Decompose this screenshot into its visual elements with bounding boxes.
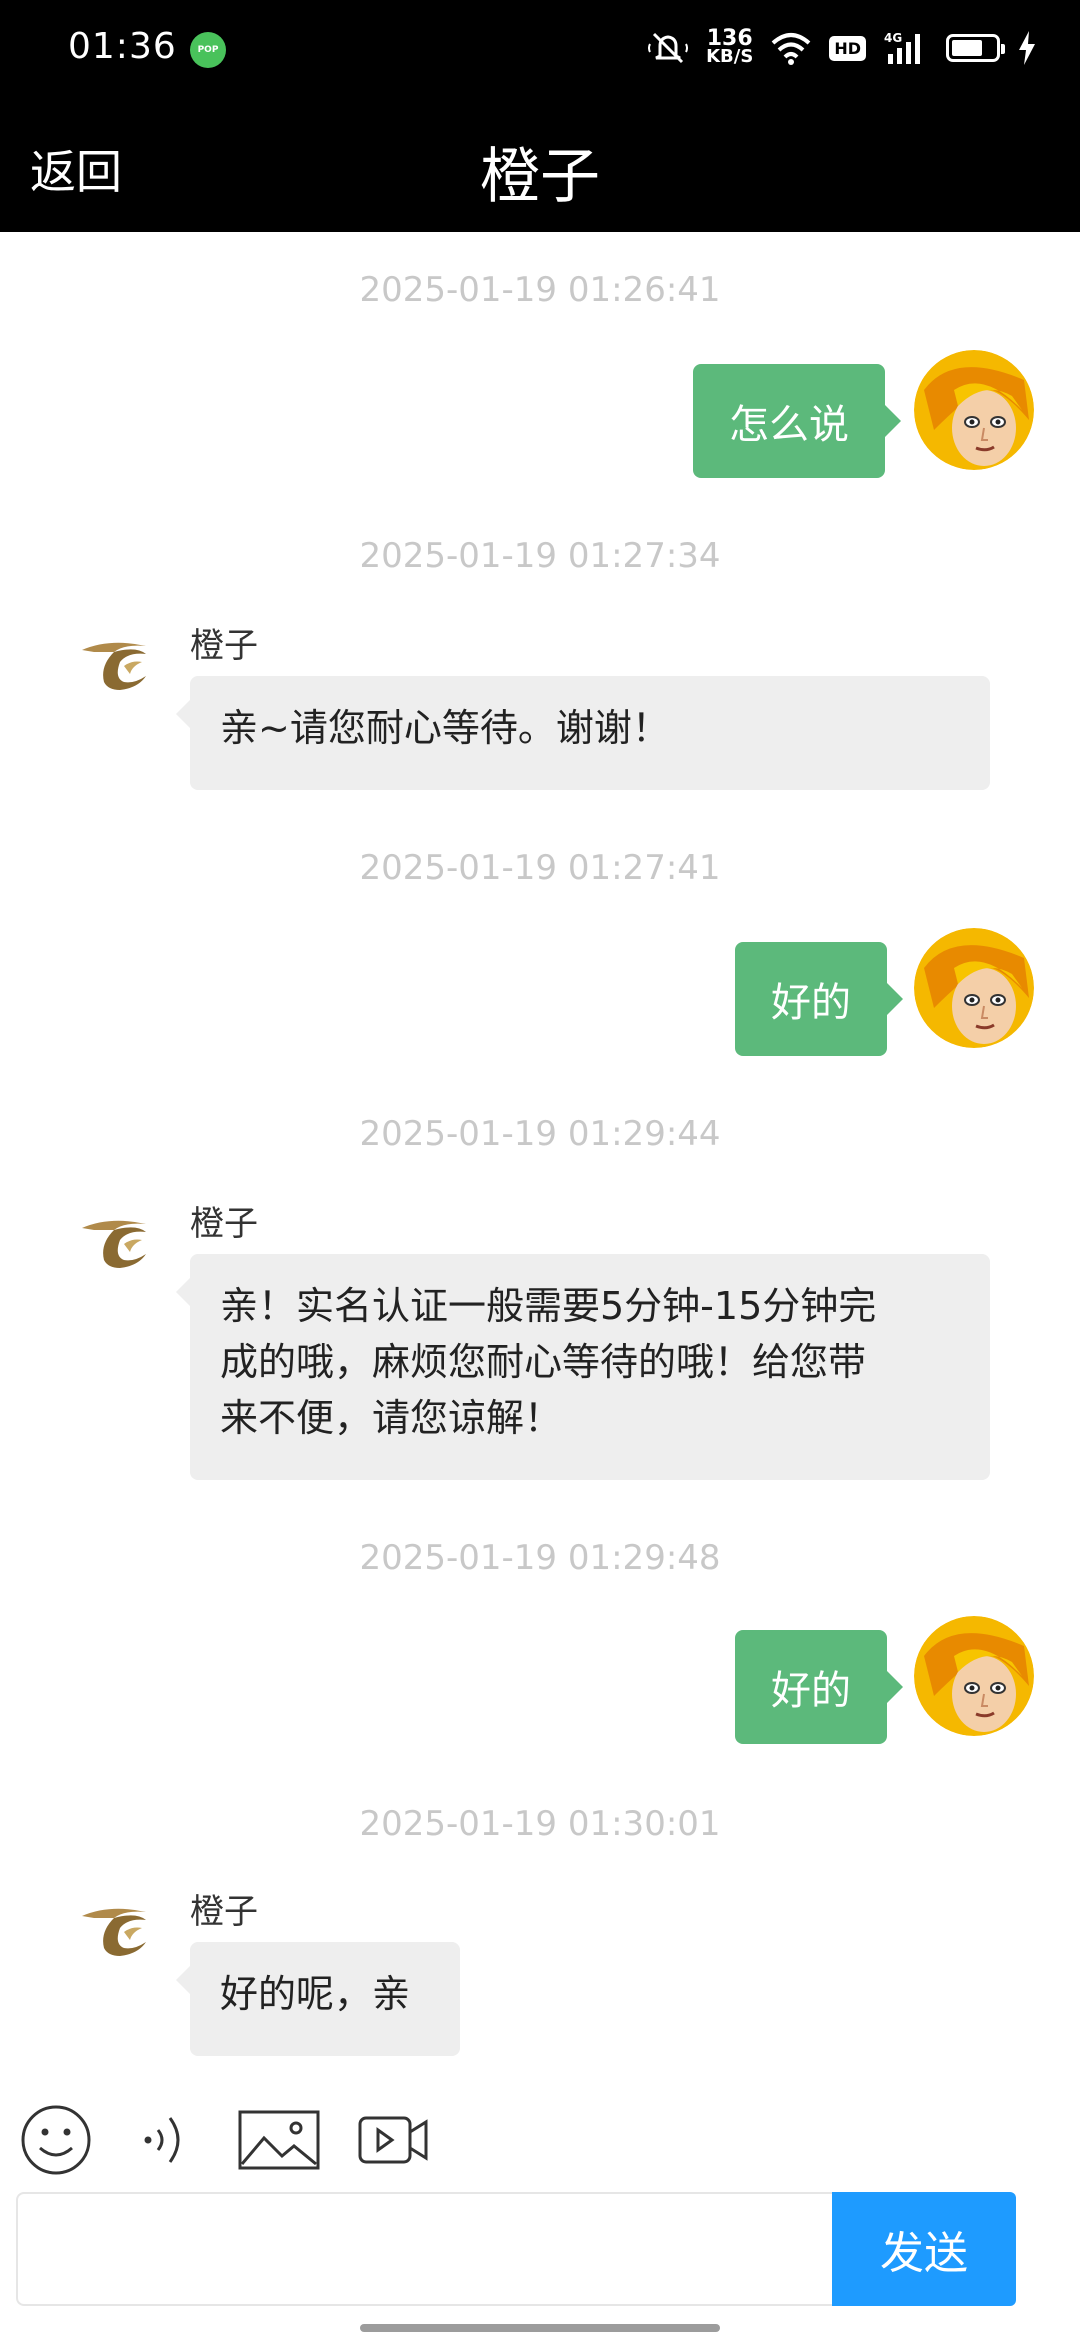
- charging-icon: [1019, 31, 1035, 65]
- voice-button[interactable]: [138, 2102, 190, 2178]
- status-icons: 136 KB/S HD 4G: [648, 26, 1036, 70]
- message-timestamp: 2025-01-19 01:29:44: [359, 1114, 721, 1154]
- battery-icon: [946, 34, 1005, 62]
- message-text: 好的: [771, 1668, 851, 1714]
- emoji-button[interactable]: [20, 2102, 92, 2178]
- wifi-icon: [772, 33, 811, 65]
- message-text: 怎么说: [729, 402, 849, 448]
- status-time: 01:36: [68, 26, 177, 67]
- cartoon-face-icon: [914, 350, 1034, 470]
- sent-message-bubble[interactable]: 好的: [735, 942, 903, 1056]
- sender-name: 橙子: [190, 626, 258, 666]
- home-indicator[interactable]: [360, 2324, 720, 2332]
- sent-message-bubble[interactable]: 好的: [735, 1630, 903, 1744]
- input-toolbar: [0, 2090, 1080, 2180]
- message-input[interactable]: [16, 2192, 832, 2306]
- message-timestamp: 2025-01-19 01:26:41: [359, 270, 721, 310]
- signal-4g-icon: 4G: [884, 31, 920, 64]
- message-text: 亲~请您耐心等待。谢谢！: [220, 706, 670, 750]
- message-timestamp: 2025-01-19 01:27:41: [359, 848, 721, 888]
- user-avatar[interactable]: [914, 1616, 1034, 1736]
- image-icon: [238, 2110, 320, 2170]
- network-speed: 136 KB/S: [706, 26, 754, 67]
- message-text: 好的: [771, 980, 851, 1026]
- message-timestamp: 2025-01-19 01:29:48: [359, 1538, 721, 1578]
- agent-logo-icon: [80, 1902, 150, 1962]
- received-message-bubble[interactable]: 亲~请您耐心等待。谢谢！: [176, 676, 990, 790]
- voice-icon: [144, 2117, 180, 2163]
- user-avatar[interactable]: [914, 928, 1034, 1048]
- message-composer: 发送: [16, 2192, 1016, 2306]
- message-text: 好的呢，亲: [220, 1972, 411, 2016]
- send-button[interactable]: 发送: [832, 2192, 1016, 2306]
- user-avatar[interactable]: [914, 350, 1034, 470]
- agent-logo-icon: [80, 1214, 150, 1274]
- message-timestamp: 2025-01-19 01:30:01: [359, 1804, 721, 1844]
- agent-logo-icon: [80, 636, 150, 696]
- emoji-icon: [21, 2105, 91, 2175]
- message-text-line: 成的哦，麻烦您耐心等待的哦！给您带: [220, 1340, 867, 1384]
- received-message-bubble[interactable]: 亲！实名认证一般需要5分钟-15分钟完 成的哦，麻烦您耐心等待的哦！给您带 来不…: [176, 1254, 990, 1480]
- message-text-line: 来不便，请您谅解！: [220, 1396, 563, 1440]
- pop-notification-icon: POP: [190, 32, 226, 68]
- message-text-line: 亲！实名认证一般需要5分钟-15分钟完: [220, 1284, 877, 1328]
- image-button[interactable]: [238, 2102, 320, 2178]
- video-icon: [358, 2116, 428, 2164]
- cartoon-face-icon: [914, 1616, 1034, 1736]
- hd-badge: HD: [829, 35, 866, 61]
- received-message-bubble[interactable]: 好的呢，亲: [176, 1942, 460, 2056]
- message-timestamp: 2025-01-19 01:27:34: [359, 536, 721, 576]
- cartoon-face-icon: [914, 928, 1034, 1048]
- sender-name: 橙子: [190, 1892, 258, 1932]
- chat-list[interactable]: 2025-01-19 01:26:41 怎么说 2025-01-19 01:27…: [0, 232, 1080, 2062]
- sender-name: 橙子: [190, 1204, 258, 1244]
- mute-bell-icon: [648, 32, 689, 64]
- svg-text:4G: 4G: [884, 31, 902, 45]
- sent-message-bubble[interactable]: 怎么说: [693, 364, 901, 478]
- page-title: 橙子: [480, 142, 600, 212]
- video-button[interactable]: [358, 2102, 428, 2178]
- top-bar: 01:36 POP 136 KB/S HD 4G 返回 橙子: [0, 0, 1080, 232]
